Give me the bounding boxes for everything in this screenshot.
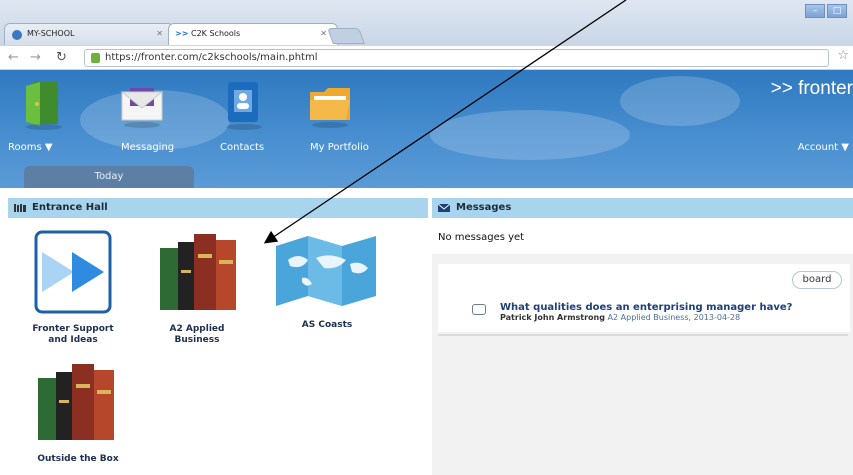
room-label: AS Coasts — [301, 320, 353, 330]
dashboard-button[interactable]: board — [792, 271, 842, 289]
close-icon[interactable]: ✕ — [156, 29, 163, 38]
fronter-logo-icon — [34, 230, 112, 314]
lock-icon — [91, 53, 100, 63]
fronter-logo[interactable]: >> fronter — [771, 78, 853, 100]
messages-header: Messages — [432, 198, 853, 218]
room-as-coasts[interactable]: AS Coasts — [272, 230, 382, 331]
tab-label: C2K Schools — [191, 29, 241, 38]
browser-tab-bar: MY-SCHOOL ✕ >> C2K Schools ✕ – □ — [0, 0, 853, 46]
books-icon — [160, 234, 236, 310]
tab-c2k-schools[interactable]: >> C2K Schools ✕ — [168, 23, 338, 45]
room-outside-the-box[interactable]: Outside the Box — [28, 360, 128, 465]
entrance-hall-header: Entrance Hall — [8, 198, 428, 218]
new-tab-button[interactable] — [327, 28, 365, 44]
tab-today[interactable]: Today — [24, 166, 194, 188]
forward-arrow-icon[interactable]: → — [30, 50, 41, 65]
url-text: https://fronter.com/c2kschools/main.phtm… — [105, 52, 318, 63]
window-controls: – □ — [805, 4, 847, 18]
folder-icon[interactable] — [306, 78, 354, 130]
room-label: Outside the Box — [37, 454, 119, 464]
nav-rooms[interactable]: Rooms ▼ — [8, 142, 53, 153]
divider — [438, 334, 848, 336]
fronter-arrows-icon: >> — [175, 29, 189, 38]
map-icon — [276, 236, 376, 306]
post-title[interactable]: What qualities does an enterprising mana… — [500, 302, 792, 313]
globe-icon — [12, 30, 22, 40]
entrance-hall-panel: Fronter Support and Ideas A2 Applied Bus… — [8, 218, 428, 475]
room-fronter-support[interactable]: Fronter Support and Ideas — [28, 230, 118, 346]
chat-bubble-icon — [472, 304, 486, 315]
post-meta: Patrick John Armstrong A2 Applied Busine… — [500, 313, 792, 322]
close-icon[interactable]: ✕ — [320, 29, 327, 38]
app-header: >> fronter Rooms ▼ Messaging Contacts My… — [0, 70, 853, 188]
nav-account[interactable]: Account ▼ — [798, 142, 849, 153]
maximize-button[interactable]: □ — [827, 4, 847, 18]
address-book-icon[interactable] — [220, 78, 268, 130]
tab-my-school[interactable]: MY-SCHOOL ✕ — [4, 23, 174, 45]
envelope-icon[interactable] — [118, 78, 166, 130]
entrance-hall-title: Entrance Hall — [32, 202, 108, 213]
hall-icon — [14, 204, 26, 212]
door-icon[interactable] — [20, 78, 68, 130]
url-input[interactable]: https://fronter.com/c2kschools/main.phtm… — [84, 49, 829, 67]
bookmark-star-icon[interactable]: ☆ — [837, 48, 849, 63]
caret-down-icon: ▼ — [841, 142, 849, 153]
post-author: Patrick John Armstrong — [500, 313, 605, 322]
post-context: A2 Applied Business, 2013-04-28 — [607, 313, 741, 322]
messages-panel: No messages yet board What qualities doe… — [432, 218, 853, 475]
tab-label: MY-SCHOOL — [27, 29, 75, 38]
messages-title: Messages — [456, 202, 512, 213]
room-a2-applied-business[interactable]: A2 Applied Business — [152, 230, 242, 346]
forum-post[interactable]: What qualities does an enterprising mana… — [500, 302, 792, 322]
back-arrow-icon[interactable]: ← — [8, 50, 19, 65]
caret-down-icon: ▼ — [44, 142, 53, 153]
books-icon — [38, 364, 114, 440]
room-label: Fronter Support and Ideas — [32, 324, 114, 345]
no-messages-text: No messages yet — [438, 232, 525, 243]
nav-contacts[interactable]: Contacts — [220, 142, 264, 153]
reload-icon[interactable]: ↻ — [56, 50, 67, 65]
address-bar: ← → ↻ https://fronter.com/c2kschools/mai… — [0, 46, 853, 70]
minimize-button[interactable]: – — [805, 4, 825, 18]
room-label: A2 Applied Business — [169, 324, 225, 345]
nav-messaging[interactable]: Messaging — [121, 142, 174, 153]
nav-my-portfolio[interactable]: My Portfolio — [310, 142, 369, 153]
envelope-icon — [438, 204, 450, 212]
